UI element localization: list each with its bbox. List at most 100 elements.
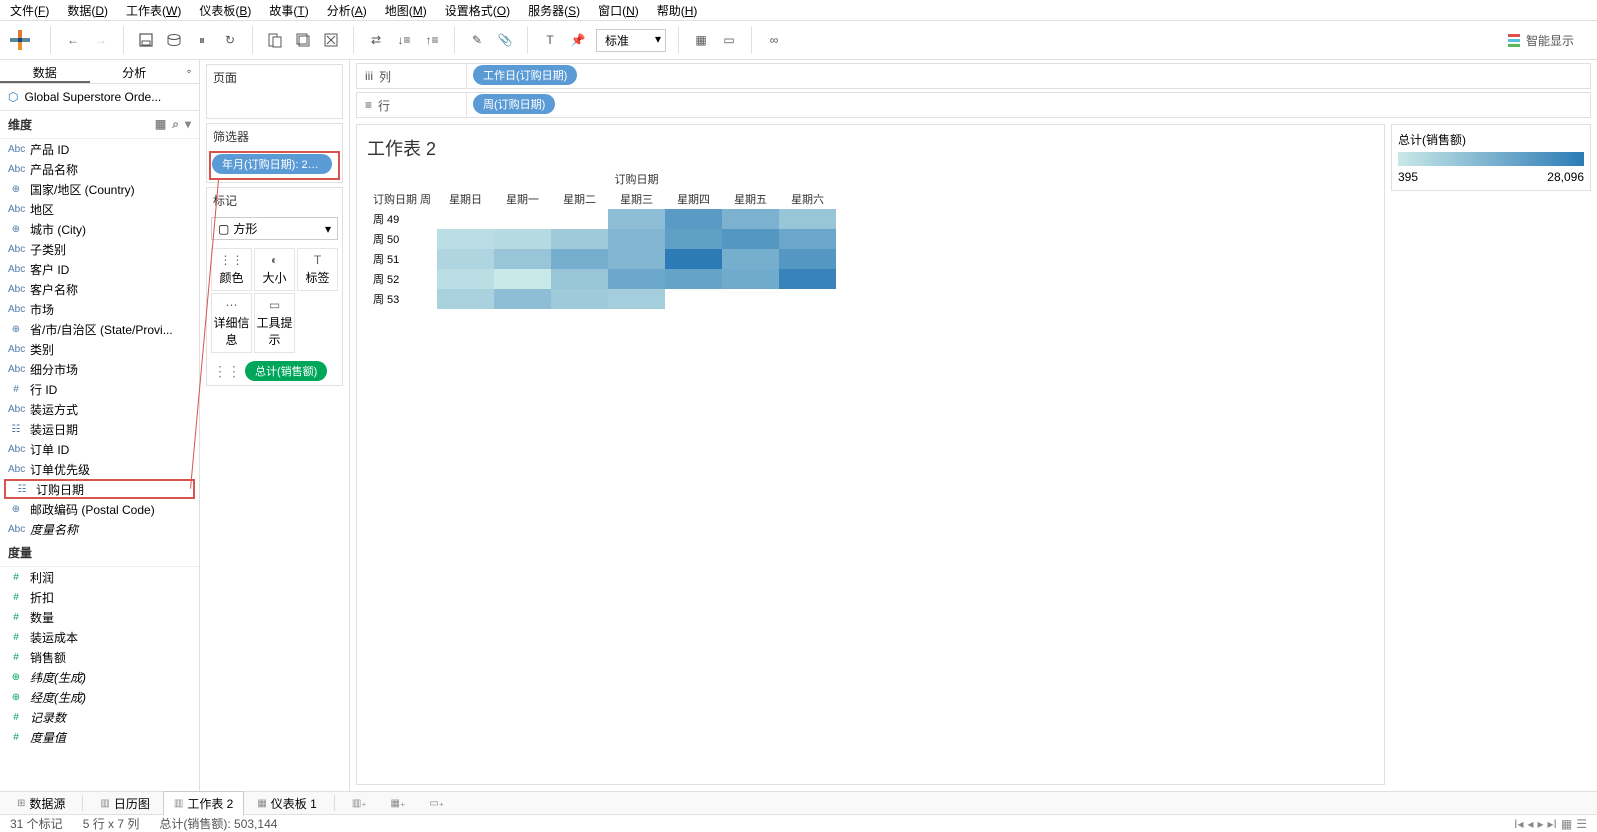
- menu-item[interactable]: 文件(F): [10, 2, 49, 19]
- tabs-icon[interactable]: ☰: [1576, 817, 1587, 831]
- heatmap-cell[interactable]: [551, 249, 608, 269]
- field-item[interactable]: Abc订单 ID: [0, 439, 199, 459]
- color-legend[interactable]: 总计(销售额) 39528,096: [1391, 124, 1591, 191]
- menu-item[interactable]: 窗口(N): [598, 2, 639, 19]
- sheet-tab[interactable]: ▥日历图: [89, 791, 160, 816]
- field-item[interactable]: ⊕邮政编码 (Postal Code): [0, 499, 199, 519]
- clear-icon[interactable]: [317, 26, 345, 54]
- heatmap-cell[interactable]: [665, 229, 722, 249]
- field-item[interactable]: #行 ID: [0, 379, 199, 399]
- field-item[interactable]: Abc细分市场: [0, 359, 199, 379]
- next-icon[interactable]: ▸: [1538, 817, 1544, 831]
- rows-shelf[interactable]: ≡行 周(订购日期): [356, 92, 1591, 118]
- field-item[interactable]: Abc产品 ID: [0, 139, 199, 159]
- share-icon[interactable]: ∞: [760, 26, 788, 54]
- label-icon[interactable]: T: [536, 26, 564, 54]
- new-dashboard-tab[interactable]: ▦₊: [380, 794, 417, 813]
- filter-pill[interactable]: 年月(订购日期): 2015..: [212, 154, 332, 174]
- field-item[interactable]: #利润: [0, 567, 199, 587]
- datasource-row[interactable]: ⬡ Global Superstore Orde...: [0, 84, 199, 111]
- viz-canvas[interactable]: 工作表 2 订购日期订购日期 周星期日星期一星期二星期三星期四星期五星期六周 4…: [356, 124, 1385, 785]
- show-cards-icon[interactable]: ▦: [687, 26, 715, 54]
- heatmap-cell[interactable]: [722, 209, 779, 229]
- heatmap-cell[interactable]: [494, 289, 551, 309]
- refresh-icon[interactable]: ↻: [216, 26, 244, 54]
- heatmap-cell[interactable]: [437, 269, 494, 289]
- mark-detail[interactable]: ⋯详细信息: [211, 293, 252, 353]
- field-item[interactable]: ☷装运日期: [0, 419, 199, 439]
- heatmap-cell[interactable]: [437, 289, 494, 309]
- pane-menu-icon[interactable]: ◦: [179, 60, 199, 83]
- heatmap-cell[interactable]: [608, 269, 665, 289]
- heatmap-cell[interactable]: [437, 209, 494, 229]
- columns-shelf[interactable]: iii列 工作日(订购日期): [356, 63, 1591, 89]
- menu-item[interactable]: 工作表(W): [126, 2, 181, 19]
- menu-icon[interactable]: ▾: [185, 117, 191, 132]
- heatmap-cell[interactable]: [779, 249, 836, 269]
- pin-icon[interactable]: 📌: [564, 26, 592, 54]
- heatmap-cell[interactable]: [722, 289, 779, 309]
- fit-select[interactable]: 标准 ▾: [596, 29, 666, 52]
- menu-item[interactable]: 地图(M): [385, 2, 427, 19]
- heatmap-cell[interactable]: [665, 269, 722, 289]
- menu-item[interactable]: 服务器(S): [528, 2, 580, 19]
- menu-item[interactable]: 数据(D): [67, 2, 108, 19]
- field-item[interactable]: Abc度量名称: [0, 519, 199, 539]
- new-worksheet-tab[interactable]: ▥₊: [341, 794, 378, 813]
- heatmap-cell[interactable]: [665, 249, 722, 269]
- field-item[interactable]: Abc子类别: [0, 239, 199, 259]
- save-icon[interactable]: [132, 26, 160, 54]
- heatmap-cell[interactable]: [665, 289, 722, 309]
- heatmap-cell[interactable]: [608, 229, 665, 249]
- prev-icon[interactable]: ◂: [1527, 817, 1533, 831]
- field-item[interactable]: Abc装运方式: [0, 399, 199, 419]
- mark-type-select[interactable]: ▢方形▾: [211, 217, 338, 240]
- field-item[interactable]: Abc市场: [0, 299, 199, 319]
- sheet-tab[interactable]: ▥工作表 2: [163, 791, 244, 816]
- mark-size[interactable]: ◐大小: [254, 248, 295, 291]
- field-item[interactable]: Abc类别: [0, 339, 199, 359]
- last-icon[interactable]: ▸I: [1548, 817, 1557, 831]
- pause-icon[interactable]: ⏸: [188, 26, 216, 54]
- field-item[interactable]: Abc地区: [0, 199, 199, 219]
- new-datasource-icon[interactable]: [160, 26, 188, 54]
- heatmap-cell[interactable]: [437, 229, 494, 249]
- heatmap-cell[interactable]: [551, 289, 608, 309]
- sheet-title[interactable]: 工作表 2: [367, 135, 1374, 161]
- menu-item[interactable]: 仪表板(B): [199, 2, 251, 19]
- view-mode-icon[interactable]: ▦: [155, 117, 166, 132]
- heatmap-cell[interactable]: [722, 269, 779, 289]
- heatmap-cell[interactable]: [779, 209, 836, 229]
- mark-color[interactable]: ⋮⋮颜色: [211, 248, 252, 291]
- field-item[interactable]: ⊕城市 (City): [0, 219, 199, 239]
- heatmap-cell[interactable]: [722, 249, 779, 269]
- search-icon[interactable]: ⌕: [172, 117, 179, 132]
- heatmap-cell[interactable]: [551, 229, 608, 249]
- field-item[interactable]: #装运成本: [0, 627, 199, 647]
- heatmap-cell[interactable]: [779, 269, 836, 289]
- tab-analysis[interactable]: 分析: [90, 60, 180, 83]
- field-item[interactable]: Abc客户 ID: [0, 259, 199, 279]
- field-item[interactable]: Abc订单优先级: [0, 459, 199, 479]
- first-icon[interactable]: I◂: [1514, 817, 1523, 831]
- swap-icon[interactable]: ⇄: [362, 26, 390, 54]
- field-item[interactable]: Abc产品名称: [0, 159, 199, 179]
- menu-item[interactable]: 分析(A): [327, 2, 367, 19]
- heatmap-cell[interactable]: [494, 229, 551, 249]
- duplicate-icon[interactable]: [289, 26, 317, 54]
- heatmap-cell[interactable]: [722, 229, 779, 249]
- tab-datasource[interactable]: ⊞数据源: [6, 791, 76, 816]
- sort-desc-icon[interactable]: ↑≡: [418, 26, 446, 54]
- heatmap-cell[interactable]: [665, 209, 722, 229]
- rows-pill[interactable]: 周(订购日期): [473, 94, 555, 114]
- heatmap-cell[interactable]: [608, 249, 665, 269]
- field-item[interactable]: ⊕省/市/自治区 (State/Provi...: [0, 319, 199, 339]
- field-item[interactable]: ⊕纬度(生成): [0, 667, 199, 687]
- field-item[interactable]: ☷订购日期: [4, 479, 195, 499]
- sheet-tab[interactable]: ▦仪表板 1: [246, 791, 327, 816]
- menu-item[interactable]: 故事(T): [269, 2, 308, 19]
- field-item[interactable]: #数量: [0, 607, 199, 627]
- field-item[interactable]: ⊕国家/地区 (Country): [0, 179, 199, 199]
- new-worksheet-icon[interactable]: [261, 26, 289, 54]
- mark-tooltip[interactable]: ▭工具提示: [254, 293, 295, 353]
